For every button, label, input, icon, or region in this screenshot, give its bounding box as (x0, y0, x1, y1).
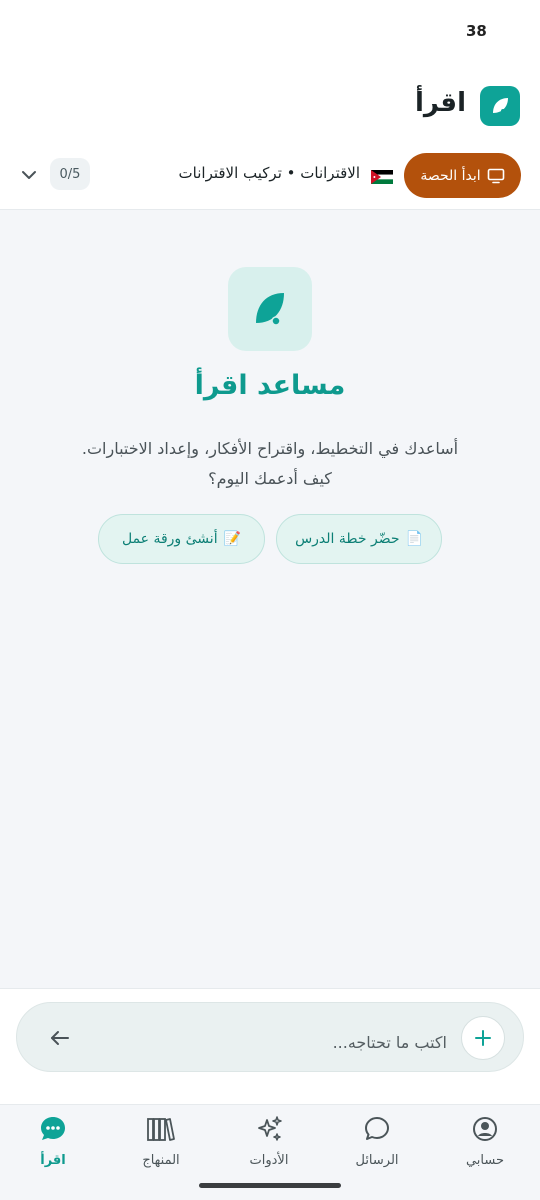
plus-icon (475, 1030, 491, 1046)
sparkles-icon (253, 1113, 285, 1145)
assistant-title: مساعد اقرأ (194, 370, 346, 401)
nav-label-curriculum: المنهاج (142, 1153, 180, 1168)
assistant-description: أساعدك في التخطيط، واقتراح الأفكار، وإعد… (40, 434, 500, 494)
monitor-icon (487, 168, 504, 183)
nav-item-account[interactable]: حسابي (440, 1113, 530, 1177)
send-arrow-icon[interactable] (47, 1025, 73, 1051)
nav-item-iqra[interactable]: اقرأ (8, 1113, 98, 1177)
attach-plus-button[interactable] (461, 1016, 505, 1060)
leaf-logo-icon (480, 86, 520, 126)
progress-counter: 0/5 (50, 158, 90, 190)
lesson-plan-suggestion-button[interactable]: 📄 حضّر خطة الدرس (276, 514, 442, 564)
suggestion-label: حضّر خطة الدرس (295, 531, 400, 547)
assistant-description-line1: أساعدك في التخطيط، واقتراح الأفكار، وإعد… (81, 439, 459, 458)
assistant-icon (37, 1113, 69, 1145)
composer-bar (0, 988, 540, 1104)
assistant-description-line2: كيف أدعمك اليوم؟ (208, 469, 332, 488)
status-bar: 38 (0, 0, 540, 60)
nav-label-account: حسابي (465, 1153, 505, 1168)
app-header: اقرأ (0, 80, 540, 134)
start-lesson-label: ابدأ الحصة (420, 167, 481, 184)
memo-emoji-icon: 📝 (223, 531, 242, 547)
lesson-bar: ابدأ الحصة الاقترانات • تركيب الاقترانات… (0, 148, 540, 210)
worksheet-suggestion-button[interactable]: 📝 أنشئ ورقة عمل (98, 514, 265, 564)
home-indicator[interactable] (199, 1183, 341, 1188)
chevron-down-icon[interactable] (18, 164, 40, 186)
app-name: اقرأ (414, 88, 466, 118)
chat-area: مساعد اقرأ أساعدك في التخطيط، واقتراح ال… (0, 210, 540, 988)
bottom-navigation: حسابي الرسائل الأدوات المنهاج اقرأ (0, 1104, 540, 1200)
start-lesson-button[interactable]: ابدأ الحصة (404, 153, 521, 198)
account-icon (469, 1113, 501, 1145)
nav-item-tools[interactable]: الأدوات (224, 1113, 314, 1177)
app-screen: 38 اقرأ ابدأ الحصة الاقترانات • تركيب ال… (0, 0, 540, 1200)
message-input[interactable] (107, 1027, 447, 1057)
chat-icon (361, 1113, 393, 1145)
nav-item-curriculum[interactable]: المنهاج (116, 1113, 206, 1177)
nav-label-iqra: اقرأ (40, 1153, 66, 1168)
suggestion-label: أنشئ ورقة عمل (121, 531, 218, 547)
nav-label-messages: الرسائل (355, 1153, 399, 1168)
document-emoji-icon: 📄 (405, 531, 423, 547)
jordan-flag-icon (371, 170, 393, 184)
books-icon (145, 1113, 177, 1145)
nav-label-tools: الأدوات (249, 1153, 289, 1168)
assistant-leaf-icon (228, 267, 312, 351)
message-composer (16, 1002, 524, 1072)
lesson-title: الاقترانات • تركيب الاقترانات (178, 164, 360, 182)
nav-item-messages[interactable]: الرسائل (332, 1113, 422, 1177)
status-time: 38 (466, 22, 487, 40)
